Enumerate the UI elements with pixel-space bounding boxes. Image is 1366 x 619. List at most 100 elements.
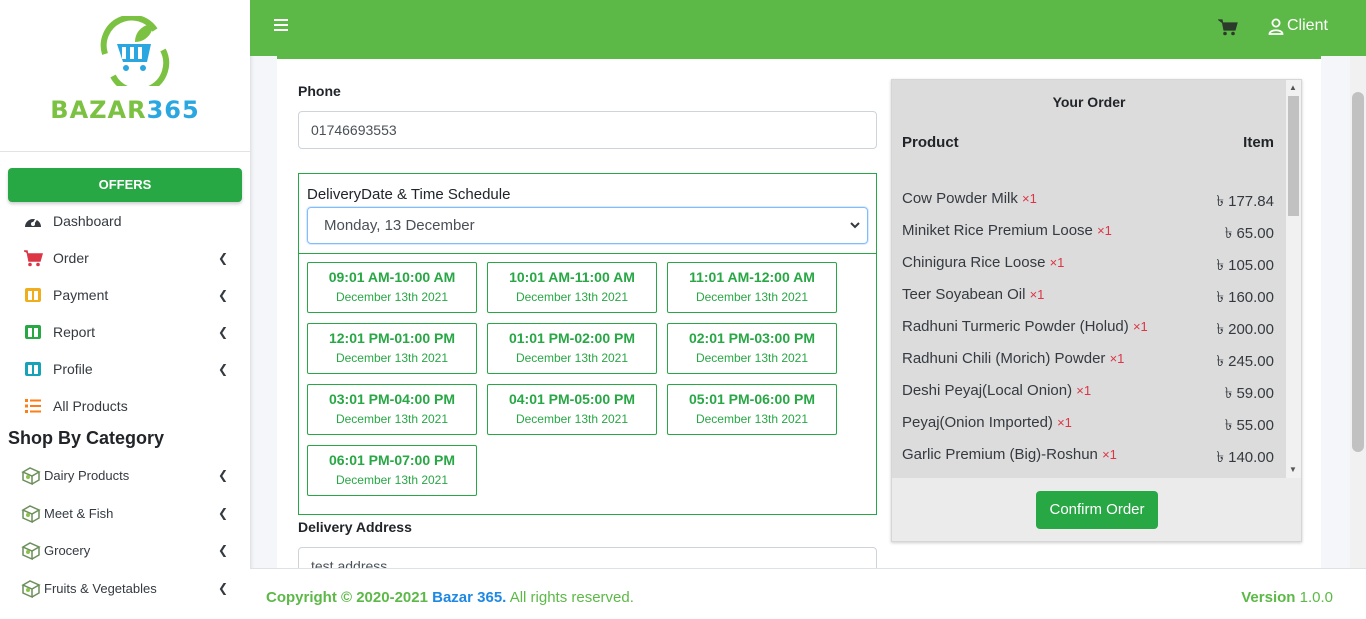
item-name: Garlic Premium (Big)-Roshun	[902, 446, 1098, 463]
brand-name: BAZAR365	[50, 96, 200, 124]
slot-time: 01:01 PM-02:00 PM	[508, 330, 636, 346]
order-row: Teer Soyabean Oil ×1 ৳ 160.00	[902, 286, 1274, 306]
item-price: ৳ 177.84	[1216, 193, 1274, 210]
item-qty: ×1	[1057, 415, 1072, 430]
time-slot[interactable]: 06:01 PM-07:00 PM December 13th 2021	[307, 445, 477, 496]
sidebar-item-dashboard[interactable]: Dashboard	[22, 208, 232, 234]
item-price: ৳ 245.00	[1216, 353, 1274, 370]
slot-date: December 13th 2021	[515, 412, 629, 426]
order-row: Miniket Rice Premium Loose ×1 ৳ 65.00	[902, 222, 1274, 242]
page-scrollbar-thumb[interactable]	[1352, 92, 1364, 452]
slot-time: 04:01 PM-05:00 PM	[508, 391, 636, 407]
time-slot[interactable]: 05:01 PM-06:00 PM December 13th 2021	[667, 384, 837, 435]
order-scrollbar-thumb[interactable]	[1288, 96, 1299, 216]
slot-time: 10:01 AM-11:00 AM	[509, 269, 635, 285]
time-slot[interactable]: 11:01 AM-12:00 AM December 13th 2021	[667, 262, 837, 313]
category-item-grocery[interactable]: Grocery ❮	[20, 537, 232, 563]
client-label: Client	[1287, 17, 1328, 34]
category-icon	[21, 505, 41, 524]
category-item-meet-fish[interactable]: Meet & Fish ❮	[20, 500, 232, 526]
category-title: Shop By Category	[8, 428, 165, 448]
sidebar-item-report[interactable]: Report ❮	[22, 319, 232, 345]
slot-time: 05:01 PM-06:00 PM	[688, 391, 816, 407]
rights-text: All rights reserved.	[509, 589, 634, 606]
hamburger-menu-icon[interactable]	[274, 19, 288, 33]
item-qty: ×1	[1022, 191, 1037, 206]
category-icon	[21, 580, 41, 599]
logo-icon	[100, 16, 170, 86]
copyright-text: Copyright © 2020-2021	[266, 589, 428, 606]
sidebar-item-label: Order	[53, 250, 89, 266]
category-item-fruits-vegetables[interactable]: Fruits & Vegetables ❮	[20, 575, 232, 601]
brand-link[interactable]: Bazar 365.	[432, 589, 506, 606]
time-slot[interactable]: 10:01 AM-11:00 AM December 13th 2021	[487, 262, 657, 313]
sidebar-item-all-products[interactable]: All Products	[22, 393, 232, 419]
chevron-left-icon: ❮	[217, 325, 228, 339]
column-header-product: Product	[902, 134, 959, 151]
order-scrollbar[interactable]: ▲ ▼	[1286, 80, 1301, 478]
chevron-left-icon: ❮	[217, 288, 228, 302]
time-slot[interactable]: 03:01 PM-04:00 PM December 13th 2021	[307, 384, 477, 435]
time-slot[interactable]: 12:01 PM-01:00 PM December 13th 2021	[307, 323, 477, 374]
scroll-down-icon[interactable]: ▼	[1289, 465, 1297, 474]
chevron-left-icon: ❮	[217, 362, 228, 376]
report-icon	[22, 322, 44, 342]
time-slot[interactable]: 09:01 AM-10:00 AM December 13th 2021	[307, 262, 477, 313]
slot-date: December 13th 2021	[695, 351, 809, 365]
sidebar-item-label: Dashboard	[53, 213, 122, 229]
confirm-order-button[interactable]: Confirm Order	[1036, 491, 1158, 529]
version-value: 1.0.0	[1299, 589, 1333, 606]
version-label: Version	[1241, 589, 1296, 606]
item-price: ৳ 55.00	[1224, 417, 1274, 434]
order-summary: Your Order Product Item Cow Powder Milk …	[891, 79, 1302, 542]
footer: Copyright © 2020-2021 Bazar 365. All rig…	[250, 568, 1366, 619]
time-slot[interactable]: 01:01 PM-02:00 PM December 13th 2021	[487, 323, 657, 374]
schedule-header: DeliveryDate & Time Schedule Monday, 13 …	[299, 174, 876, 254]
brand[interactable]: BAZAR365	[0, 0, 250, 152]
category-label: Fruits & Vegetables	[44, 580, 157, 596]
payment-icon	[22, 285, 44, 305]
slot-date: December 13th 2021	[335, 412, 449, 426]
category-item-dairy[interactable]: Dairy Products ❮	[20, 462, 232, 488]
delivery-date-select[interactable]: Monday, 13 December	[307, 207, 868, 244]
item-qty: ×1	[1076, 383, 1092, 398]
sidebar-item-payment[interactable]: Payment ❮	[22, 282, 232, 308]
slot-date: December 13th 2021	[515, 290, 629, 304]
time-slot[interactable]: 02:01 PM-03:00 PM December 13th 2021	[667, 323, 837, 374]
sidebar-item-order[interactable]: Order ❮	[22, 245, 232, 271]
cart-icon	[22, 248, 44, 268]
item-qty: ×1	[1097, 223, 1112, 238]
order-items-scroll[interactable]: Your Order Product Item Cow Powder Milk …	[892, 80, 1286, 478]
delivery-date-value: Monday, 13 December	[324, 217, 475, 234]
cart-icon[interactable]	[1218, 18, 1238, 36]
item-price: ৳ 105.00	[1216, 257, 1274, 274]
phone-label: Phone	[298, 83, 341, 99]
scroll-up-icon[interactable]: ▲	[1289, 83, 1297, 92]
sidebar: BAZAR365 OFFERS Dashboard Order ❮ Paymen…	[0, 0, 250, 619]
phone-input[interactable]: 01746693553	[298, 111, 877, 149]
category-icon	[21, 542, 41, 561]
slot-date: December 13th 2021	[335, 473, 449, 487]
item-qty: ×1	[1029, 287, 1045, 302]
slot-time: 09:01 AM-10:00 AM	[328, 269, 456, 285]
chevron-left-icon: ❮	[217, 251, 228, 265]
item-name: Chinigura Rice Loose	[902, 254, 1046, 271]
item-price: ৳ 65.00	[1224, 225, 1274, 242]
time-slot[interactable]: 04:01 PM-05:00 PM December 13th 2021	[487, 384, 657, 435]
slot-date: December 13th 2021	[335, 351, 449, 365]
order-row: Peyaj(Onion Imported) ×1 ৳ 55.00	[902, 414, 1274, 434]
sidebar-item-profile[interactable]: Profile ❮	[22, 356, 232, 382]
slot-time: 03:01 PM-04:00 PM	[328, 391, 456, 407]
client-menu[interactable]: Client	[1268, 17, 1328, 35]
category-icon	[21, 467, 41, 486]
item-name: Cow Powder Milk	[902, 190, 1018, 207]
footer-version: Version 1.0.0	[1241, 589, 1333, 606]
item-price: ৳ 200.00	[1216, 321, 1274, 338]
column-header-item: Item	[1243, 134, 1274, 151]
offers-button[interactable]: OFFERS	[8, 168, 242, 202]
item-qty: ×1	[1102, 447, 1117, 462]
order-title: Your Order	[1052, 94, 1126, 110]
category-label: Dairy Products	[44, 467, 130, 483]
slot-time: 06:01 PM-07:00 PM	[328, 452, 456, 468]
slot-time: 02:01 PM-03:00 PM	[688, 330, 816, 346]
